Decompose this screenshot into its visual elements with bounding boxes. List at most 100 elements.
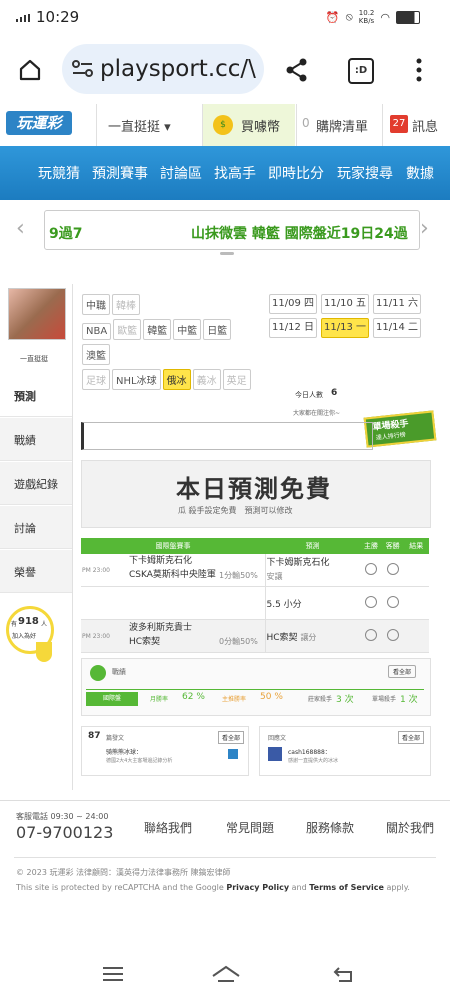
league-nba[interactable]: NBA (82, 323, 112, 340)
nav-item-data[interactable]: 數據 (406, 163, 434, 183)
site-logo[interactable]: 玩運彩 (6, 111, 72, 135)
url-text[interactable]: playsport.cc/\ (100, 56, 260, 82)
chevron-right-icon[interactable]: › (420, 216, 429, 241)
away-win-radio[interactable] (386, 628, 399, 641)
under-radio[interactable] (386, 595, 399, 608)
league-cpbl[interactable]: 中職 (82, 294, 110, 315)
cart-link[interactable]: 購牌清單 (316, 116, 368, 135)
menu-icon[interactable] (103, 966, 123, 982)
nav-item-predict[interactable]: 預測賽事 (92, 163, 148, 183)
stats-view-all[interactable]: 看全部 (388, 665, 417, 678)
league-kbo[interactable]: 韓棒 (112, 294, 140, 315)
copyright: © 2023 玩運彩 法律顧問：漢英得力法律事務所 陳鎬宏律師 (16, 868, 231, 877)
banner-sub: 瓜 殺手設定免費 預測可以修改 (178, 506, 293, 515)
replies-box: 回應文 看全部 cash168888： 感謝一直提供大的冰冰 (259, 726, 431, 776)
table-row: 5.5 小分 (81, 586, 429, 620)
chart-icon (90, 665, 106, 681)
free-banner: 本日預測免費 瓜 殺手設定免費 預測可以修改 (81, 460, 431, 528)
sidebar-item-discuss[interactable]: 討論 (0, 506, 72, 549)
date-1110[interactable]: 11/10 五 (321, 294, 369, 314)
username: 一直挺挺 (20, 355, 48, 363)
nav-item-live-score[interactable]: 即時比分 (268, 163, 324, 183)
main-nav: 玩競猜 預測賽事 討論區 找高手 即時比分 玩家搜尋 數據 (0, 146, 450, 200)
net-speed: 10.2 KB/s (358, 9, 375, 25)
league-euro-basketball[interactable]: 歐籃 (113, 319, 142, 340)
footer-faq-link[interactable]: 常見問題 (226, 819, 274, 836)
posts-box: 87 篇發文 看全部 骑熊熊冰球： 德國2大4大主客場邊記錄分析 (81, 726, 249, 776)
date-1112[interactable]: 11/12 日 (269, 318, 317, 338)
terms-of-service-link[interactable]: Terms of Service (309, 883, 384, 892)
user-menu[interactable]: 一直挺挺 ▾ (108, 116, 171, 135)
league-filters: 中職 韓棒 NBA 歐籃 韓籃 中籃 日籃 澳籃 足球 NHL冰球 俄冰 義冰 英足 (81, 292, 261, 392)
replies-view-all[interactable]: 看全部 (398, 731, 425, 744)
avatar[interactable] (8, 288, 66, 340)
recaptcha-notice: This site is protected by reCAPTCHA and … (16, 883, 410, 892)
prediction-input[interactable] (81, 422, 373, 450)
reply-avatar (268, 747, 282, 761)
league-soccer[interactable]: 足球 (82, 369, 110, 390)
site-settings-icon[interactable] (72, 60, 94, 78)
table-row: PM 23:00 波多利斯克貴士 HC索契 0分輸50% HC索契 讓分 (81, 619, 429, 653)
league-khl[interactable]: 俄冰 (162, 369, 191, 390)
ticker-box[interactable]: 9過7 山抹微雲 韓籃 國際盤近19日24過 (44, 210, 420, 250)
carousel-dots (220, 252, 234, 255)
killer-badge: 單場殺手 達人排行榜 (363, 410, 437, 448)
nav-item-player-search[interactable]: 玩家搜尋 (337, 163, 393, 183)
today-sub: 大家都在關注你~ (293, 410, 341, 417)
messages-link[interactable]: 訊息 (412, 116, 438, 135)
league-epl[interactable]: 英足 (222, 369, 251, 390)
league-kbl[interactable]: 韓籃 (143, 319, 172, 340)
today-count: 6 (331, 388, 338, 398)
league-nhl[interactable]: NHL冰球 (112, 369, 161, 390)
ticker: ‹ 9過7 山抹微雲 韓籃 國際盤近19日24過 › (14, 208, 436, 255)
league-ita-ice[interactable]: 義冰 (192, 369, 221, 390)
over-radio[interactable] (364, 595, 377, 608)
league-bleague[interactable]: 日籃 (203, 319, 232, 340)
privacy-policy-link[interactable]: Privacy Policy (226, 883, 289, 892)
stats-box: 戰績 看全部 國際盤 月勝率 62 % 主推勝率 50 % 莊家殺手 3 次 單… (81, 658, 431, 716)
home-nav-icon[interactable] (211, 964, 241, 984)
sidebar-item-record[interactable]: 戰績 (0, 418, 72, 461)
home-icon[interactable] (18, 58, 42, 82)
date-1113[interactable]: 11/13 一 (321, 318, 369, 338)
site-footer: 客服電話 09:30 ~ 24:00 07-9700123 聯絡我們 常見問題 … (0, 800, 450, 931)
coin-icon: $ (213, 115, 233, 135)
message-badge: 27 (390, 115, 408, 133)
wifi-icon: ◠ (380, 10, 390, 24)
sidebar-item-honor[interactable]: 榮譽 (0, 550, 72, 593)
footer-contact-link[interactable]: 聯絡我們 (144, 819, 192, 836)
service-phone[interactable]: 07-9700123 (16, 823, 113, 842)
post-type-icon (228, 749, 238, 759)
nav-item-guess[interactable]: 玩競猜 (38, 163, 80, 183)
nav-item-experts[interactable]: 找高手 (214, 163, 256, 183)
overflow-menu-icon[interactable] (416, 58, 422, 82)
sidebar-item-predict[interactable]: 預測 (0, 374, 72, 417)
profile-content: 一直挺挺 預測 戰績 遊戲紀錄 討論 榮譽 有 918 人 加入為好 中職 韓棒 … (0, 270, 450, 790)
away-win-radio[interactable] (386, 562, 399, 575)
share-icon[interactable] (285, 58, 309, 82)
banner-title: 本日預測免費 (176, 475, 332, 503)
date-1114[interactable]: 11/14 二 (373, 318, 421, 338)
league-cba[interactable]: 中籃 (173, 319, 202, 340)
date-1109[interactable]: 11/09 四 (269, 294, 317, 314)
footer-about-link[interactable]: 關於我們 (386, 819, 434, 836)
mute-icon: ⦸ (345, 10, 353, 23)
coins-button[interactable]: $ 買噱幣 (203, 104, 295, 146)
back-icon[interactable] (333, 964, 355, 984)
home-win-radio[interactable] (364, 562, 377, 575)
site-header: 玩運彩 一直挺挺 ▾ $ 買噱幣 0 購牌清單 27 訊息 (0, 104, 450, 147)
service-hours: 客服電話 09:30 ~ 24:00 (16, 812, 109, 821)
footer-terms-link[interactable]: 服務條款 (306, 819, 354, 836)
status-bar: 10:29 ⏰ ⦸ 10.2 KB/s ◠ (0, 0, 450, 36)
posts-view-all[interactable]: 看全部 (218, 731, 245, 744)
league-nbl[interactable]: 澳籃 (82, 344, 110, 365)
table-row: PM 23:00 下卡姆斯克石化 CSKA莫斯科中央陸軍 1分輸50% 下卡姆斯… (81, 554, 429, 587)
nav-item-forum[interactable]: 討論區 (160, 163, 202, 183)
chevron-left-icon[interactable]: ‹ (16, 216, 25, 241)
home-win-radio[interactable] (364, 628, 377, 641)
sidebar-item-game-log[interactable]: 遊戲紀錄 (0, 462, 72, 505)
tab-switcher-icon[interactable]: :D (348, 58, 374, 84)
date-1111[interactable]: 11/11 六 (373, 294, 421, 314)
system-nav-bar (0, 948, 450, 1000)
lightbulb-icon (36, 642, 52, 662)
